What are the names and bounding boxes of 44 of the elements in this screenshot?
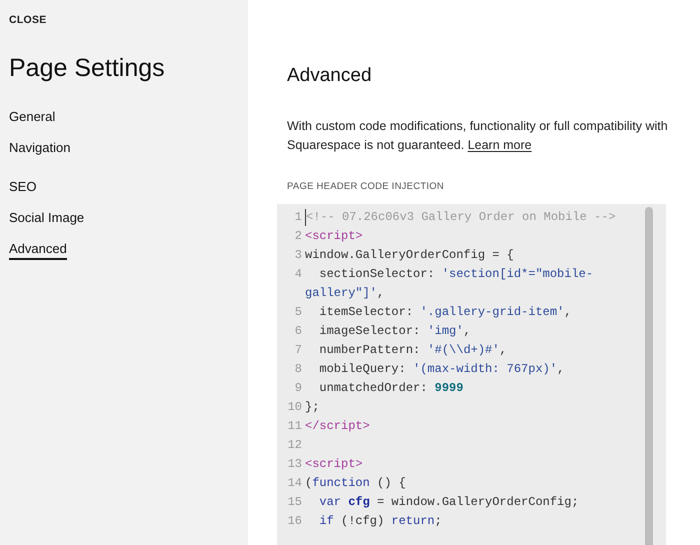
line-number: 3 <box>294 246 303 264</box>
line-number: 13 <box>287 456 303 473</box>
line-number: 6 <box>294 322 303 340</box>
sidebar-nav-item[interactable]: Advanced <box>9 240 67 260</box>
code-line: imageSelector: 'img', <box>318 322 472 340</box>
sidebar-nav-item[interactable]: General <box>9 108 56 128</box>
code-line: <script> <box>305 456 364 473</box>
code-line: <script> <box>305 228 364 245</box>
page-title: Page Settings <box>9 52 166 84</box>
code-line: window.GalleryOrderConfig = { <box>305 246 515 264</box>
line-number: 2 <box>294 228 303 245</box>
code-line: (function () { <box>305 474 407 492</box>
code-line: itemSelector: '.gallery-grid-item', <box>318 304 572 321</box>
code-line: var cfg = window.GalleryOrderConfig; <box>318 494 580 511</box>
code-line: <!-- 07.26c06v3 Gallery Order on Mobile --> <box>306 208 616 226</box>
line-number: 14 <box>287 474 303 492</box>
code-line: </script> <box>305 418 371 435</box>
line-number: 11 <box>287 418 303 435</box>
close-button[interactable]: CLOSE <box>9 13 46 29</box>
code-line: mobileQuery: '(max-width: 767px)', <box>318 360 566 378</box>
sidebar-nav-item[interactable]: Social Image <box>9 209 84 229</box>
code-line: unmatchedOrder: 9999 <box>318 380 464 397</box>
line-number: 7 <box>294 342 303 359</box>
text-cursor <box>305 208 306 226</box>
line-number: 5 <box>294 304 303 321</box>
field-label: PAGE HEADER CODE INJECTION <box>287 180 445 194</box>
scrollbar-thumb[interactable] <box>645 206 653 545</box>
code-line: numberPattern: '#(\\d+)#', <box>318 342 508 359</box>
line-number: 4 <box>294 266 303 283</box>
section-title: Advanced <box>287 64 373 88</box>
line-number: 12 <box>287 436 303 454</box>
code-line: if (!cfg) return; <box>318 512 443 530</box>
sidebar-nav-item[interactable]: Navigation <box>9 139 70 159</box>
description-text: With custom code modifications, functionality or full compatibility with Squarespace is not guaranteed. Learn more <box>287 118 669 154</box>
sidebar-nav-item[interactable]: SEO <box>9 178 36 198</box>
line-number: 9 <box>294 380 303 397</box>
learn-more-link[interactable]: Learn more <box>468 138 532 152</box>
line-number: 15 <box>287 494 303 511</box>
code-line: }; <box>305 398 320 416</box>
line-number: 16 <box>287 512 303 530</box>
line-number: 10 <box>287 398 303 416</box>
line-number: 1 <box>294 208 303 226</box>
line-number: 8 <box>294 360 303 378</box>
code-editor[interactable] <box>277 204 666 545</box>
